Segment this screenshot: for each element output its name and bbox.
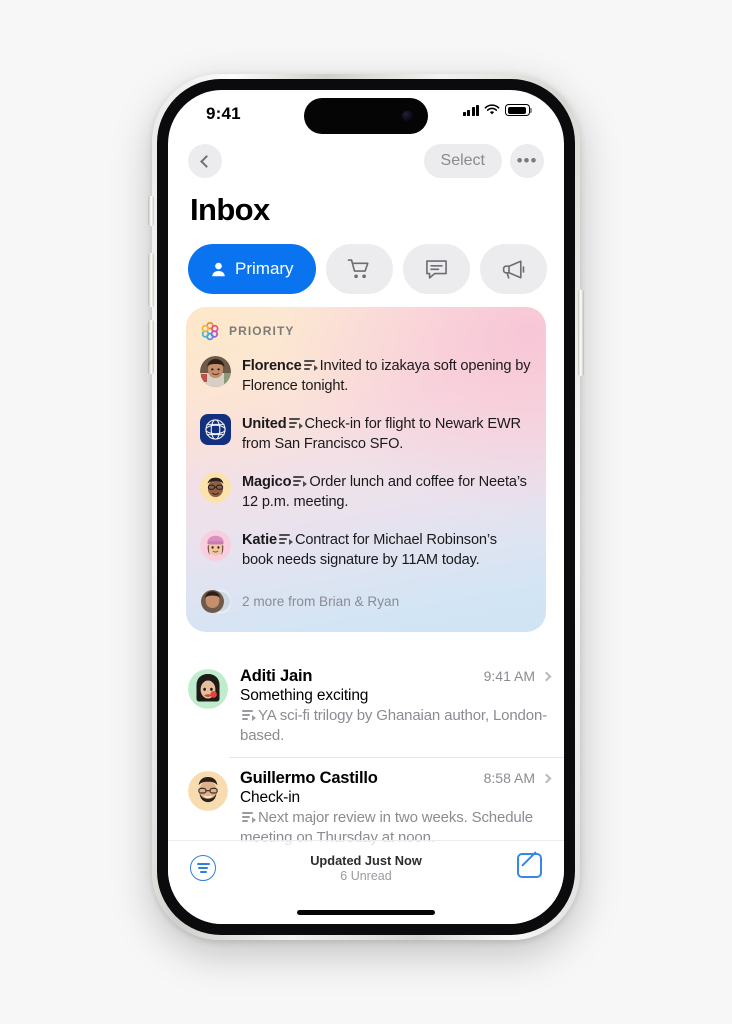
priority-item-text: Katie Contract for Michael Robinson’s boo… (242, 530, 531, 570)
message-summary: YA sci-fi trilogy by Ghanaian author, Lo… (240, 706, 550, 746)
message-subject: Something exciting (240, 687, 369, 704)
united-logo (200, 414, 231, 445)
message-body: Guillermo Castillo 8:58 AM Check-in Next… (240, 769, 552, 848)
priority-item[interactable]: Katie Contract for Michael Robinson’s boo… (186, 521, 546, 579)
summary-icon (278, 534, 293, 545)
avatar (200, 472, 231, 503)
chat-bubble-icon (425, 259, 447, 279)
priority-item-text: Magico Order lunch and coffee for Neeta’s… (242, 472, 531, 512)
message-time: 9:41 AM (483, 668, 535, 684)
home-indicator[interactable] (297, 910, 435, 915)
select-button[interactable]: Select (423, 144, 502, 178)
priority-header: PRIORITY (186, 319, 546, 347)
navigation-bar: Select ••• (168, 144, 564, 190)
front-camera-icon (402, 110, 413, 122)
back-button[interactable] (188, 144, 222, 178)
summary-icon (288, 418, 303, 429)
priority-more-label: 2 more from Brian & Ryan (242, 594, 400, 609)
message-summary-text: YA sci-fi trilogy by Ghanaian author, Lo… (240, 707, 547, 744)
priority-card[interactable]: PRIORITY Florence Invited to izakaya sof… (186, 307, 546, 632)
summary-icon (242, 812, 256, 823)
avatar (200, 356, 231, 387)
chevron-right-icon (541, 671, 552, 682)
message-list: Aditi Jain 9:41 AM Something exciting YA… (168, 655, 564, 859)
tab-primary[interactable]: Primary (188, 244, 316, 294)
avatar (200, 414, 231, 445)
chevron-right-icon (541, 773, 552, 784)
megaphone-icon (502, 259, 524, 279)
priority-item[interactable]: United Check-in for flight to Newark EWR … (186, 405, 546, 463)
dynamic-island (304, 98, 428, 134)
bottom-toolbar: Updated Just Now 6 Unread (168, 840, 564, 924)
sync-status: Updated Just Now 6 Unread (168, 853, 564, 883)
unread-count: 6 Unread (340, 869, 392, 883)
message-header: Guillermo Castillo 8:58 AM (240, 769, 552, 788)
memoji-magico (200, 472, 231, 503)
status-bar: 9:41 (168, 90, 564, 144)
message-body: Aditi Jain 9:41 AM Something exciting YA… (240, 667, 552, 746)
power-button[interactable] (578, 290, 584, 376)
summary-icon (242, 710, 256, 721)
priority-item[interactable]: Florence Invited to izakaya soft opening … (186, 347, 546, 405)
stacked-avatars-icon (201, 589, 231, 614)
status-indicators (462, 104, 533, 116)
volume-down-button[interactable] (148, 320, 154, 374)
message-row[interactable]: Aditi Jain 9:41 AM Something exciting YA… (168, 655, 564, 757)
avatar (188, 669, 228, 709)
tab-primary-label: Primary (235, 259, 294, 278)
tab-updates[interactable] (402, 244, 470, 294)
priority-item-sender: Katie (242, 532, 277, 548)
more-options-button[interactable]: ••• (510, 144, 544, 178)
screenshot-canvas: 9:41 Select ••• Inbox Primary PRIORITY F… (0, 0, 732, 1024)
memoji-guillermo (188, 771, 228, 811)
category-tabs: Primary (188, 244, 547, 294)
priority-item[interactable]: Magico Order lunch and coffee for Neeta’s… (186, 463, 546, 521)
action-button[interactable] (148, 196, 154, 226)
message-sender: Aditi Jain (240, 667, 313, 685)
volume-up-button[interactable] (148, 253, 154, 307)
avatar (200, 530, 231, 561)
priority-item-text: Florence Invited to izakaya soft opening … (242, 356, 531, 396)
tab-promotions[interactable] (479, 244, 547, 294)
photo-florence (200, 356, 231, 387)
priority-item-text: United Check-in for flight to Newark EWR … (242, 414, 531, 454)
priority-more-row[interactable]: 2 more from Brian & Ryan (186, 579, 546, 619)
cellular-signal-icon (462, 104, 479, 116)
battery-full-icon (505, 104, 533, 116)
compose-icon[interactable] (517, 853, 542, 878)
page-title: Inbox (190, 192, 270, 227)
select-button-label: Select (440, 152, 485, 169)
apple-intelligence-icon (201, 321, 219, 341)
message-header: Aditi Jain 9:41 AM (240, 667, 552, 686)
phone-screen: 9:41 Select ••• Inbox Primary PRIORITY F… (168, 90, 564, 924)
priority-item-sender: United (242, 416, 287, 432)
avatar (188, 771, 228, 811)
summary-icon (303, 360, 318, 371)
message-subject: Check-in (240, 789, 300, 806)
avatar-stack (200, 586, 231, 617)
wifi-icon (484, 104, 500, 115)
memoji-katie (200, 530, 231, 561)
person-icon (212, 262, 225, 276)
memoji-aditi (188, 669, 228, 709)
sync-status-title: Updated Just Now (310, 853, 422, 868)
tab-purchases[interactable] (325, 244, 393, 294)
message-time: 8:58 AM (483, 770, 535, 786)
status-time: 9:41 (206, 104, 241, 123)
priority-header-label: PRIORITY (229, 324, 295, 338)
chevron-left-icon (200, 154, 213, 168)
ellipsis-icon: ••• (516, 151, 538, 170)
message-sender: Guillermo Castillo (240, 769, 378, 787)
cart-icon (347, 258, 369, 278)
priority-item-sender: Magico (242, 474, 292, 490)
priority-item-sender: Florence (242, 358, 302, 374)
summary-icon (293, 476, 308, 487)
